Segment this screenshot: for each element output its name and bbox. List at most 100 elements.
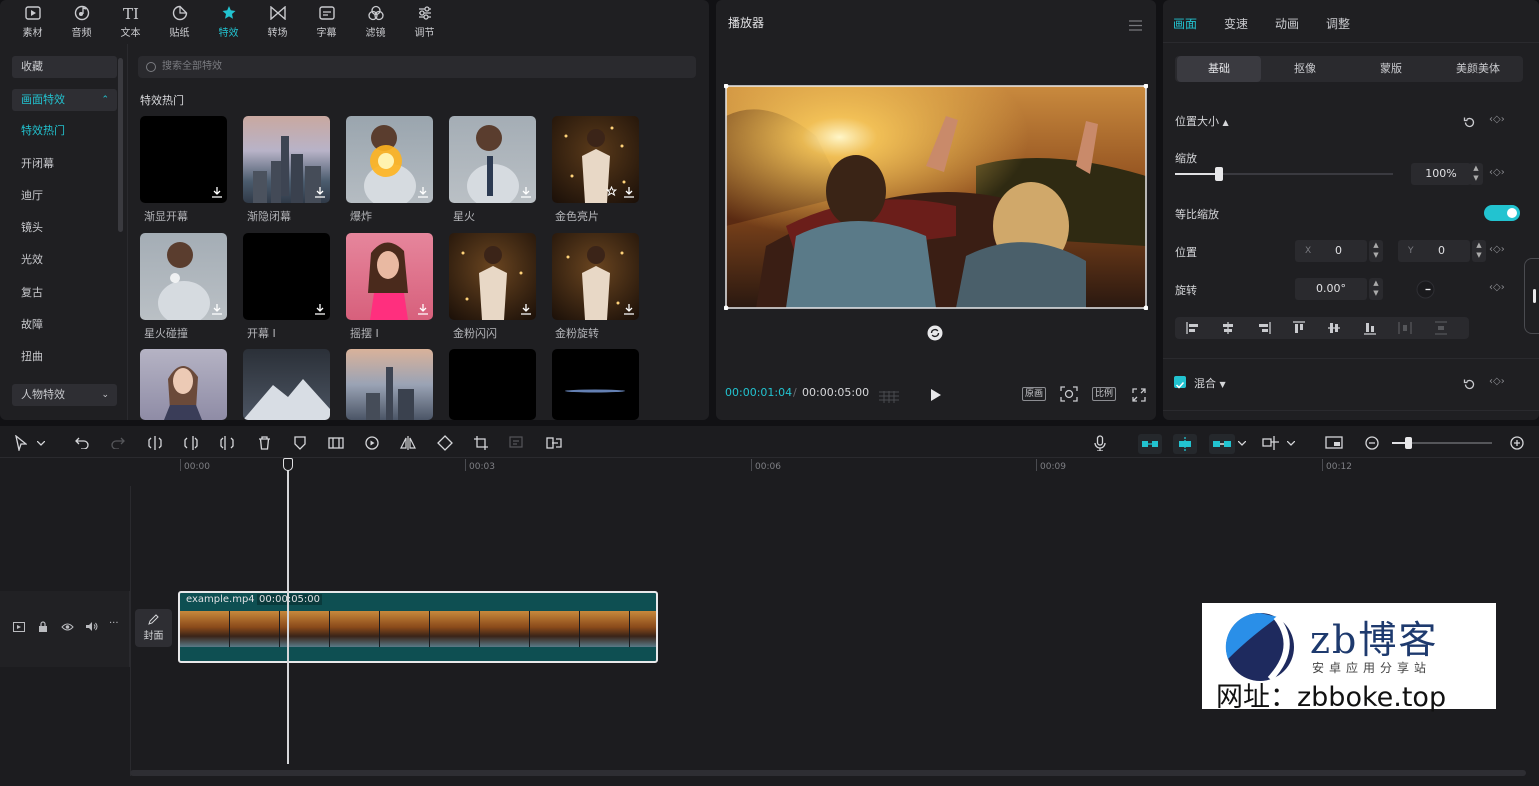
menu-icon[interactable]	[1129, 16, 1142, 35]
effect-thumbnail[interactable]	[346, 233, 433, 320]
lock-icon[interactable]	[38, 621, 48, 633]
tool-sticker[interactable]: 贴纸	[155, 0, 204, 44]
tab-screen[interactable]: 画面	[1173, 15, 1197, 32]
star-icon[interactable]	[606, 186, 617, 197]
keyframe-icon[interactable]: ‹◇›	[1489, 244, 1505, 255]
original-quality-button[interactable]: 原画	[1022, 387, 1047, 401]
effect-thumbnail[interactable]	[449, 349, 536, 420]
zoom-in-icon[interactable]	[1508, 434, 1526, 452]
zoom-out-icon[interactable]	[1363, 434, 1381, 452]
grid-icon[interactable]	[879, 388, 899, 407]
effect-thumbnail[interactable]	[140, 116, 227, 203]
slider-handle[interactable]	[1405, 437, 1412, 449]
fullscreen-icon[interactable]	[1132, 387, 1146, 406]
trim-left-icon[interactable]	[182, 434, 200, 452]
rotate-icon[interactable]	[436, 434, 454, 452]
align-bottom-icon[interactable]	[1362, 320, 1378, 336]
stepper-icon[interactable]: ▲ ▼	[1369, 240, 1383, 262]
selection-frame[interactable]	[724, 84, 1148, 310]
category-item-disco[interactable]: 迪厅	[12, 185, 117, 207]
rotate-handle-icon[interactable]	[927, 325, 943, 345]
preview-window-icon[interactable]	[1325, 434, 1343, 452]
tab-animation[interactable]: 动画	[1275, 15, 1299, 32]
rotation-dial[interactable]	[1416, 280, 1435, 303]
category-item-distort[interactable]: 扭曲	[12, 346, 117, 368]
tool-filter[interactable]: 滤镜	[351, 0, 400, 44]
keyframe-icon[interactable]: ‹◇›	[1489, 376, 1505, 387]
mirror-icon[interactable]	[399, 434, 417, 452]
tool-caption[interactable]: 字幕	[302, 0, 351, 44]
undo-icon[interactable]	[73, 434, 91, 452]
track-video-icon[interactable]	[13, 622, 25, 632]
stepper-icon[interactable]: ▲ ▼	[1469, 163, 1483, 185]
video-clip[interactable]: example.mp4 00:00:05:00	[178, 591, 658, 663]
tab-speed[interactable]: 变速	[1224, 15, 1248, 32]
stepper-icon[interactable]: ▲ ▼	[1369, 278, 1383, 300]
category-item-hot[interactable]: 特效热门	[12, 120, 117, 142]
effect-thumbnail[interactable]	[552, 349, 639, 420]
category-person-effects[interactable]: 人物特效 ⌄	[12, 384, 117, 406]
effect-thumbnail[interactable]	[243, 116, 330, 203]
microphone-icon[interactable]	[1091, 434, 1109, 452]
side-drawer-handle[interactable]	[1524, 258, 1539, 334]
reset-icon[interactable]	[1463, 376, 1476, 395]
effect-thumbnail[interactable]	[140, 233, 227, 320]
split-icon[interactable]	[146, 434, 164, 452]
align-top-icon[interactable]	[1291, 320, 1307, 336]
keyframe-icon[interactable]: ‹◇›	[1489, 114, 1505, 125]
playhead-handle[interactable]	[283, 458, 293, 471]
align-left-icon[interactable]	[1185, 320, 1201, 336]
volume-icon[interactable]	[85, 621, 98, 632]
category-item-open-close[interactable]: 开闭幕	[12, 153, 117, 175]
slider-handle[interactable]	[1214, 167, 1223, 181]
scale-slider[interactable]	[1175, 167, 1393, 181]
play-button[interactable]	[930, 387, 942, 406]
preview-axis-icon[interactable]	[1262, 434, 1280, 452]
search-input[interactable]: 搜索全部特效	[138, 56, 696, 78]
position-size-header[interactable]: 位置大小 ▲	[1175, 113, 1229, 129]
effect-thumbnail[interactable]	[243, 349, 330, 420]
stepper-icon[interactable]: ▲ ▼	[1472, 240, 1486, 262]
keyframe-icon[interactable]: ‹◇›	[1489, 167, 1505, 178]
timeline-scrollbar[interactable]	[130, 770, 1526, 776]
align-right-icon[interactable]	[1256, 320, 1272, 336]
scale-value-input[interactable]: 100%	[1411, 163, 1471, 185]
tab-adjust[interactable]: 调整	[1326, 15, 1350, 32]
keyframe-icon[interactable]: ‹◇›	[1489, 282, 1505, 293]
chevron-down-icon[interactable]	[1237, 434, 1247, 452]
blend-checkbox[interactable]	[1174, 376, 1186, 389]
chevron-down-icon[interactable]	[36, 434, 46, 452]
subtab-mask[interactable]: 蒙版	[1349, 56, 1433, 82]
crop-icon[interactable]	[472, 434, 490, 452]
tool-text[interactable]: TI 文本	[106, 0, 155, 44]
subtab-cutout[interactable]: 抠像	[1263, 56, 1347, 82]
sidebar-scrollbar[interactable]	[118, 58, 123, 232]
playhead[interactable]	[287, 459, 289, 764]
category-screen-effects[interactable]: 画面特效 ⌃	[12, 89, 117, 111]
delete-icon[interactable]	[255, 434, 273, 452]
position-y-input[interactable]: Y 0	[1398, 240, 1470, 262]
replace-icon[interactable]	[545, 434, 563, 452]
snap-icon[interactable]	[1173, 434, 1197, 454]
eye-icon[interactable]	[61, 622, 74, 632]
subtab-beauty[interactable]: 美颜美体	[1435, 56, 1521, 82]
effect-thumbnail[interactable]	[552, 116, 639, 203]
effect-thumbnail[interactable]	[449, 116, 536, 203]
zoom-fit-icon[interactable]	[1060, 386, 1078, 406]
trim-right-icon[interactable]	[218, 434, 236, 452]
position-x-input[interactable]: X 0	[1295, 240, 1367, 262]
more-icon[interactable]: ···	[109, 618, 119, 629]
reset-icon[interactable]	[1463, 114, 1476, 133]
select-tool-icon[interactable]	[12, 434, 30, 452]
chevron-down-icon[interactable]	[1286, 434, 1296, 452]
uniform-scale-toggle[interactable]	[1484, 205, 1520, 221]
category-favorites[interactable]: 收藏	[12, 56, 117, 78]
freeze-icon[interactable]	[291, 434, 309, 452]
tool-transition[interactable]: 转场	[253, 0, 302, 44]
effect-thumbnail[interactable]	[449, 233, 536, 320]
effect-thumbnail[interactable]	[243, 233, 330, 320]
link-icon[interactable]	[1209, 434, 1235, 454]
rotation-input[interactable]: 0.00°	[1295, 278, 1367, 300]
aspect-ratio-button[interactable]: 比例	[1092, 387, 1117, 401]
zoom-slider[interactable]	[1392, 437, 1492, 449]
